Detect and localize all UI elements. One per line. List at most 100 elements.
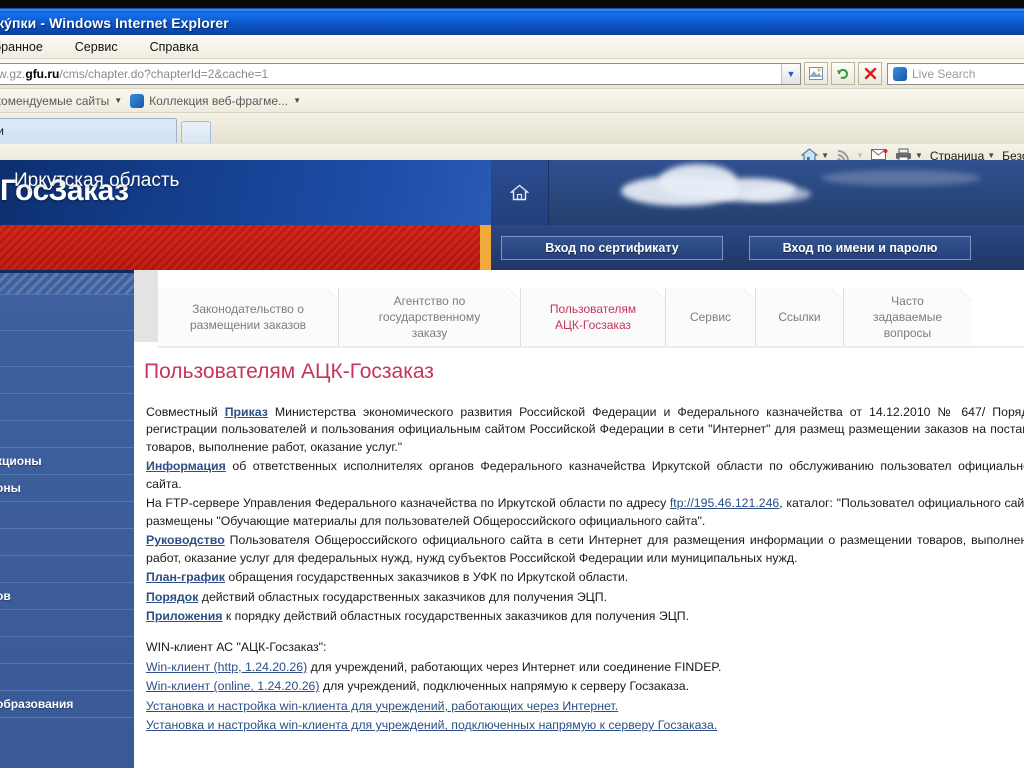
favorites-suggested-sites[interactable]: екомендуемые сайты ▼	[0, 94, 122, 108]
text: Пользователя Общероссийского официальног…	[146, 533, 1024, 565]
paragraph-schedule: План-график обращения государственных за…	[146, 569, 1024, 586]
article-body: Совместный Приказ Министерства экономиче…	[146, 404, 1024, 737]
search-input[interactable]: Live Search	[887, 62, 1024, 85]
text: действий областных государственных заказ…	[198, 589, 608, 604]
win-client-item: Установка и настройка win-клиента для уч…	[146, 717, 1024, 734]
favorites-web-slice-gallery[interactable]: Коллекция веб-фрагме... ▼	[130, 93, 301, 108]
login-certificate-button[interactable]: Вход по сертификату	[501, 235, 723, 260]
compatibility-view-icon[interactable]	[804, 62, 828, 85]
sidebar-item[interactable]	[0, 502, 134, 529]
link-informaciya[interactable]: Информация	[146, 459, 226, 473]
live-search-icon	[893, 66, 907, 81]
sidebar-item[interactable]	[0, 664, 134, 691]
sidebar-item-education[interactable]: образования	[0, 691, 134, 718]
tab-label: Законодательство о размещении заказов	[189, 301, 307, 332]
chevron-down-icon: ▼	[856, 151, 864, 160]
sidebar-item[interactable]	[0, 331, 134, 367]
paragraph-appendices: Приложения к порядку действий областных …	[146, 608, 1024, 625]
paragraph-order: Совместный Приказ Министерства экономиче…	[146, 404, 1024, 456]
menu-bar: бранное Сервис Справка	[0, 35, 1024, 59]
link-setup-internet[interactable]: Установка и настройка win-клиента для уч…	[146, 699, 618, 713]
tab-label: Ссылки	[778, 309, 821, 324]
tab-users-ack[interactable]: Пользователям АЦК-Госзаказ	[520, 288, 666, 346]
tab-service[interactable]: Сервис	[665, 288, 756, 346]
chevron-down-icon: ▼	[293, 96, 301, 105]
region-banner	[0, 225, 480, 270]
chevron-down-icon: ▼	[987, 151, 996, 160]
favorites-bar: екомендуемые сайты ▼ Коллекция веб-фрагм…	[0, 89, 1024, 113]
login-password-button[interactable]: Вход по имени и паролю	[749, 235, 971, 260]
link-win-client-online[interactable]: Win-клиент (online, 1.24.20.26)	[146, 679, 319, 693]
search-placeholder: Live Search	[912, 66, 976, 81]
tab-label: Пользователям АЦК-Госзаказ	[549, 301, 637, 332]
home-button-site[interactable]	[491, 160, 549, 225]
sidebar-item[interactable]	[0, 637, 134, 664]
sidebar-item[interactable]	[0, 295, 134, 331]
browser-tab[interactable]: ки	[0, 118, 177, 143]
sidebar-item-tenders[interactable]: оны	[0, 475, 134, 502]
link-ftp-server[interactable]: ftp://195.46.121.246	[670, 496, 779, 510]
sidebar-item-orders[interactable]: ов	[0, 583, 134, 610]
screenshot-frame: кýпки - Windows Internet Explorer бранно…	[0, 0, 1024, 768]
stop-icon[interactable]	[858, 62, 882, 85]
web-page: ГосЗаказ Иркутская область Вход по серти…	[0, 160, 1024, 768]
win-client-heading: WIN-клиент АС "АЦК-Госзаказ":	[146, 640, 327, 655]
tab-label: Часто задаваемые вопросы	[873, 293, 942, 341]
tab-faq[interactable]: Часто задаваемые вопросы	[843, 288, 972, 346]
menu-item-tools[interactable]: Сервис	[72, 38, 121, 56]
sidebar-item[interactable]	[0, 421, 134, 448]
tabs-underline	[158, 346, 1024, 348]
sidebar-item-auctions[interactable]: кционы	[0, 448, 134, 475]
web-slice-label: Коллекция веб-фрагме...	[149, 93, 289, 108]
link-setup-direct[interactable]: Установка и настройка win-клиента для уч…	[146, 718, 717, 732]
win-client-block: WIN-клиент АС "АЦК-Госзаказ": Win-клиент…	[146, 639, 1024, 734]
browser-window: кýпки - Windows Internet Explorer бранно…	[0, 8, 1024, 167]
paragraph-procedure: Порядок действий областных государственн…	[146, 589, 1024, 606]
sidebar-item[interactable]	[0, 529, 134, 556]
link-win-client-http[interactable]: Win-клиент (http, 1.24.20.26)	[146, 660, 307, 674]
address-dropdown-icon[interactable]: ▼	[781, 63, 800, 84]
browser-tab-label: ки	[0, 124, 4, 138]
content-left-gutter	[134, 270, 158, 342]
link-prilozheniya[interactable]: Приложения	[146, 609, 222, 623]
link-poryadok[interactable]: Порядок	[146, 590, 198, 604]
link-rukovodstvo[interactable]: Руководство	[146, 533, 225, 547]
sidebar-item[interactable]	[0, 394, 134, 421]
chevron-down-icon: ▼	[821, 151, 830, 160]
page-body: кционы оны ов образования Законодательст…	[0, 270, 1024, 768]
left-sidebar: кционы оны ов образования	[0, 270, 134, 768]
sidebar-item[interactable]	[0, 556, 134, 583]
chevron-down-icon: ▼	[114, 96, 123, 105]
menu-item-help[interactable]: Справка	[147, 38, 202, 56]
home-icon	[510, 184, 529, 201]
site-header-left: ГосЗаказ Иркутская область	[0, 160, 492, 270]
text: обращения государственных заказчиков в У…	[224, 570, 629, 585]
site-header-right: Вход по сертификату Вход по имени и паро…	[491, 160, 1024, 270]
text: Совместный	[146, 405, 225, 419]
address-input[interactable]: w.gz.gfu.ru/cms/chapter.do?chapterId=2&c…	[0, 62, 801, 85]
login-bar: Вход по сертификату Вход по имени и паро…	[491, 225, 1024, 270]
sidebar-item[interactable]	[0, 610, 134, 637]
tab-links[interactable]: Ссылки	[755, 288, 844, 346]
link-plan-grafik[interactable]: План-график	[146, 570, 225, 584]
link-prikaz[interactable]: Приказ	[225, 405, 268, 419]
tab-agency[interactable]: Агентство по государственному заказу	[338, 288, 521, 346]
win-client-item: Установка и настройка win-клиента для уч…	[146, 698, 1024, 715]
paragraph-information: Информация об ответственных исполнителях…	[146, 458, 1024, 493]
text: для учреждений, работающих через Интерне…	[307, 659, 722, 674]
menu-item-favorites[interactable]: бранное	[0, 38, 46, 56]
refresh-icon[interactable]	[831, 62, 855, 85]
tab-legislation[interactable]: Законодательство о размещении заказов	[158, 288, 339, 346]
content-tabs: Законодательство о размещении заказов Аг…	[158, 288, 972, 346]
sidebar-item[interactable]	[0, 273, 134, 295]
tab-label: Сервис	[689, 309, 732, 324]
main-content: Законодательство о размещении заказов Аг…	[134, 270, 1024, 768]
new-tab-button[interactable]	[181, 121, 211, 143]
region-label: Иркутская область	[14, 170, 180, 191]
tab-strip: ки	[0, 113, 1024, 143]
text: к порядку действий областных государстве…	[222, 608, 690, 623]
sidebar-item[interactable]	[0, 367, 134, 394]
page-title: Пользователям АЦК-Госзаказ	[144, 360, 434, 383]
address-bar: w.gz.gfu.ru/cms/chapter.do?chapterId=2&c…	[0, 59, 1024, 89]
tab-corner-icon	[959, 288, 972, 301]
